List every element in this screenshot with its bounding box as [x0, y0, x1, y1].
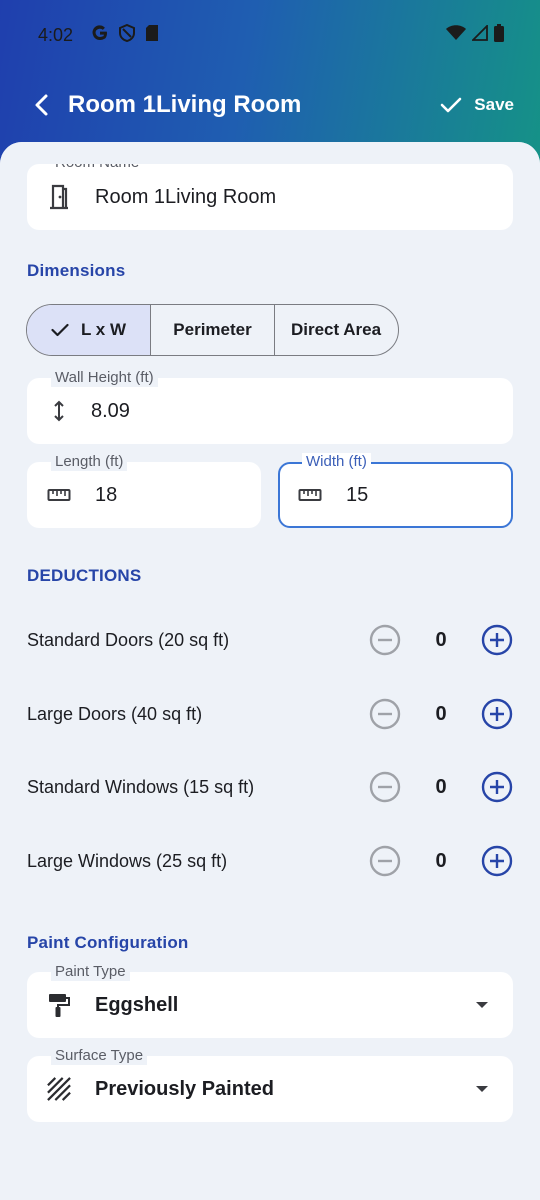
- door-icon: [47, 184, 71, 210]
- deduction-row: Large Windows (25 sq ft) 0: [27, 841, 513, 881]
- battery-icon: [494, 23, 504, 47]
- surface-type-dropdown[interactable]: Surface Type Previously Painted: [27, 1047, 513, 1122]
- form-sheet: [0, 142, 540, 1200]
- mode-lxw-button[interactable]: L x W: [27, 305, 151, 355]
- decrement-button[interactable]: [369, 845, 401, 877]
- mode-direct-area-label: Direct Area: [290, 320, 382, 339]
- plus-circle-icon: [481, 771, 513, 803]
- arrow-back-icon: [35, 94, 48, 116]
- width-value: 15: [346, 483, 369, 506]
- deduction-label: Standard Doors (20 sq ft): [27, 629, 230, 650]
- minus-circle-icon: [369, 771, 401, 803]
- ruler-icon: [47, 483, 71, 507]
- back-button[interactable]: [22, 85, 62, 125]
- save-button[interactable]: Save: [440, 95, 514, 115]
- minus-circle-icon: [369, 845, 401, 877]
- plus-circle-icon: [481, 624, 513, 656]
- deduction-row: Large Doors (40 sq ft) 0: [27, 694, 513, 734]
- deduction-count: 0: [435, 849, 447, 872]
- deduction-label: Large Windows (25 sq ft): [27, 850, 228, 871]
- deduction-label: Large Doors (40 sq ft): [27, 703, 203, 724]
- deduction-label: Standard Windows (15 sq ft): [27, 776, 255, 797]
- width-label: Width (ft): [302, 453, 371, 471]
- paint-type-value: Eggshell: [95, 993, 179, 1016]
- wifi-icon: [446, 24, 466, 46]
- length-field[interactable]: Length (ft) 18: [27, 453, 261, 528]
- length-value: 18: [95, 483, 118, 506]
- dropdown-arrow-icon: [475, 1080, 489, 1098]
- plus-circle-icon: [481, 845, 513, 877]
- paint-roller-icon: [47, 993, 71, 1017]
- room-name-field[interactable]: Room Name Room 1Living Room: [27, 154, 513, 230]
- minus-circle-icon: [369, 624, 401, 656]
- decrement-button[interactable]: [369, 698, 401, 730]
- dropdown-arrow-icon: [475, 996, 489, 1014]
- google-icon: [91, 24, 109, 47]
- deduction-count: 0: [435, 775, 447, 798]
- increment-button[interactable]: [481, 698, 513, 730]
- plus-circle-icon: [481, 698, 513, 730]
- texture-icon: [47, 1077, 71, 1101]
- decrement-button[interactable]: [369, 771, 401, 803]
- deduction-count: 0: [435, 628, 447, 651]
- wall-height-label: Wall Height (ft): [51, 369, 158, 387]
- mode-direct-area-button[interactable]: Direct Area: [275, 305, 397, 355]
- app-bar: Room 1Living Room Save: [0, 80, 540, 130]
- deduction-row: Standard Windows (15 sq ft) 0: [27, 767, 513, 807]
- deduction-row: Standard Doors (20 sq ft) 0: [27, 620, 513, 660]
- decrement-button[interactable]: [369, 624, 401, 656]
- cell-signal-icon: [470, 23, 488, 46]
- save-label: Save: [474, 95, 514, 114]
- mode-lxw-label: L x W: [80, 320, 127, 339]
- vertical-arrows-icon: [47, 399, 71, 423]
- room-name-value: Room 1Living Room: [95, 185, 277, 208]
- status-time: 4:02: [38, 24, 74, 45]
- length-label: Length (ft): [51, 453, 128, 471]
- increment-button[interactable]: [481, 845, 513, 877]
- ruler-icon: [298, 483, 322, 507]
- check-icon: [51, 323, 69, 337]
- wall-height-value: 8.09: [91, 399, 130, 422]
- mode-perimeter-label: Perimeter: [173, 320, 252, 339]
- increment-button[interactable]: [481, 624, 513, 656]
- minus-circle-icon: [369, 698, 401, 730]
- sheet-top-edge: [0, 142, 540, 164]
- dimension-mode-selector: L x W Perimeter Direct Area: [26, 304, 399, 356]
- deduction-count: 0: [435, 702, 447, 725]
- sd-card-icon: [145, 24, 159, 47]
- increment-button[interactable]: [481, 771, 513, 803]
- shield-icon: [119, 23, 136, 47]
- page-title: Room 1Living Room: [68, 91, 302, 118]
- surface-type-label: Surface Type: [51, 1047, 148, 1065]
- check-icon: [440, 97, 462, 113]
- surface-type-value: Previously Painted: [95, 1077, 274, 1100]
- dimensions-section-title: Dimensions: [27, 261, 126, 280]
- paint-configuration-section-title: Paint Configuration: [27, 933, 189, 952]
- mode-perimeter-button[interactable]: Perimeter: [151, 305, 275, 355]
- status-bar: 4:02: [38, 22, 504, 48]
- deductions-section-title: DEDUCTIONS: [27, 566, 142, 585]
- paint-type-label: Paint Type: [51, 963, 130, 981]
- width-field[interactable]: Width (ft) 15: [278, 453, 513, 528]
- wall-height-field[interactable]: Wall Height (ft) 8.09: [27, 369, 513, 444]
- paint-type-dropdown[interactable]: Paint Type Eggshell: [27, 963, 513, 1038]
